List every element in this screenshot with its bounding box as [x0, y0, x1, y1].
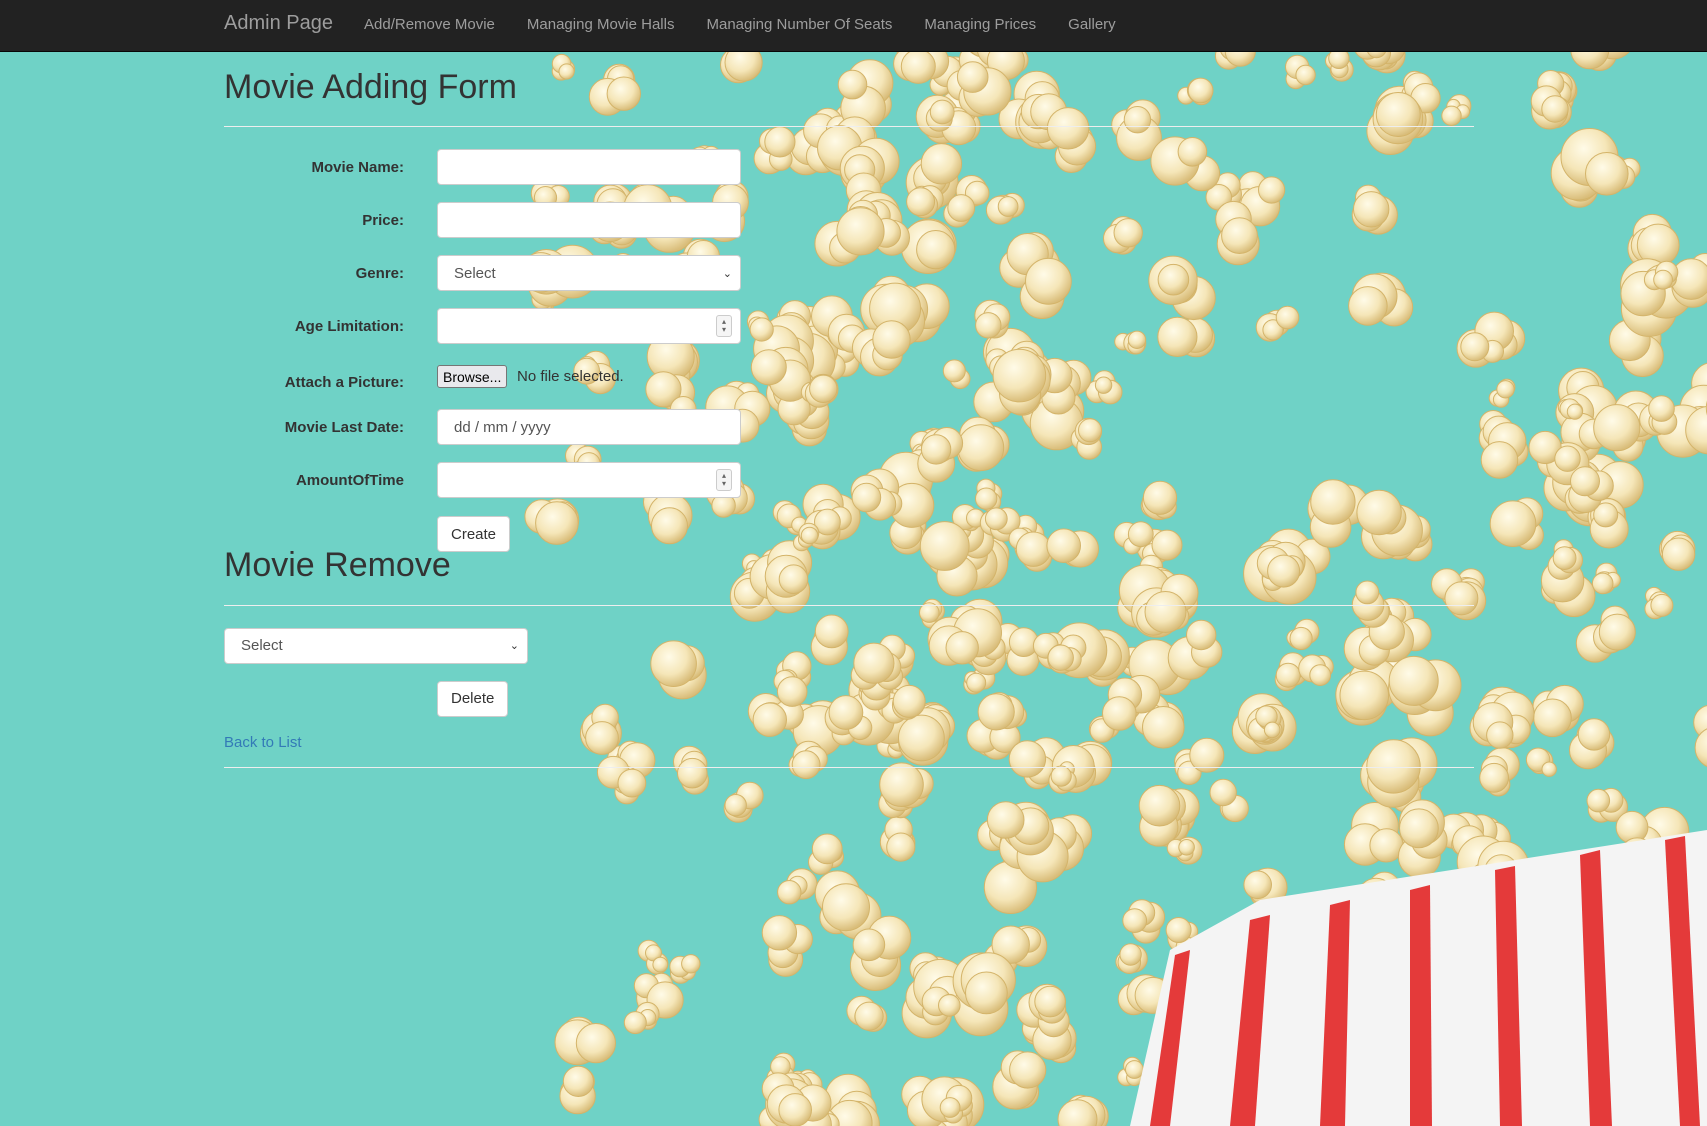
back-to-list-link[interactable]: Back to List: [224, 734, 302, 751]
amount-of-time-label: AmountOfTime: [295, 471, 404, 489]
age-limitation-input[interactable]: ▴ ▾: [437, 308, 741, 345]
number-spinner-icon[interactable]: ▴ ▾: [716, 315, 732, 338]
amount-of-time-row: AmountOfTime ▴ ▾: [224, 462, 824, 499]
movie-last-date-row: Movie Last Date: dd / mm / yyyy: [224, 409, 824, 446]
chevron-down-icon: ⌄: [509, 640, 519, 653]
file-status-text: No file selected.: [517, 368, 624, 386]
age-limitation-label: Age Limitation:: [294, 317, 404, 335]
remove-select-value: Select: [241, 637, 283, 655]
amount-of-time-input[interactable]: ▴ ▾: [437, 462, 741, 499]
back-link-container: Back to List: [224, 734, 302, 752]
browse-button[interactable]: Browse...: [437, 365, 508, 389]
create-button[interactable]: Create: [437, 516, 511, 553]
movie-last-date-input[interactable]: dd / mm / yyyy: [437, 409, 741, 446]
nav-managing-movie-halls[interactable]: Managing Movie Halls: [527, 16, 675, 33]
brand-link[interactable]: Admin Page: [224, 12, 333, 35]
remove-movie-select[interactable]: Select ⌄: [224, 627, 528, 664]
delete-button[interactable]: Delete: [437, 680, 509, 717]
genre-label: Genre:: [355, 264, 404, 282]
movie-name-input[interactable]: [437, 149, 741, 186]
nav-managing-number-of-seats[interactable]: Managing Number Of Seats: [706, 16, 892, 33]
top-navbar: Admin Page Add/Remove Movie Managing Mov…: [0, 0, 1707, 52]
remove-form-title: Movie Remove: [224, 546, 451, 585]
chevron-down-icon: ⌄: [722, 267, 732, 280]
main-content: Movie Adding Form Movie Name: Price: Gen…: [224, 51, 1474, 776]
attach-picture-label: Attach a Picture:: [284, 373, 404, 391]
price-input[interactable]: [437, 202, 741, 239]
add-movie-form: Movie Name: Price: Genre: Select ⌄ Age L…: [224, 127, 1474, 553]
movie-name-label: Movie Name:: [311, 158, 404, 176]
price-row: Price:: [224, 202, 824, 239]
nav-links: Add/Remove Movie Managing Movie Halls Ma…: [364, 16, 1148, 33]
movie-last-date-label: Movie Last Date:: [284, 418, 404, 436]
movie-name-row: Movie Name:: [224, 149, 824, 186]
genre-row: Genre: Select ⌄: [224, 255, 824, 292]
genre-select-value: Select: [454, 264, 496, 282]
genre-select[interactable]: Select ⌄: [437, 255, 741, 292]
add-form-title: Movie Adding Form: [224, 68, 517, 106]
footer-divider: [224, 766, 1474, 768]
nav-managing-prices[interactable]: Managing Prices: [924, 16, 1036, 33]
age-limitation-row: Age Limitation: ▴ ▾: [224, 308, 824, 345]
nav-add-remove-movie[interactable]: Add/Remove Movie: [364, 16, 495, 33]
number-spinner-icon[interactable]: ▴ ▾: [716, 469, 732, 492]
price-label: Price:: [362, 211, 404, 229]
attach-picture-row: Attach a Picture: Browse... No file sele…: [224, 365, 824, 391]
remove-movie-form: Select ⌄ Delete Back to List: [224, 606, 1474, 776]
nav-gallery[interactable]: Gallery: [1068, 16, 1116, 33]
